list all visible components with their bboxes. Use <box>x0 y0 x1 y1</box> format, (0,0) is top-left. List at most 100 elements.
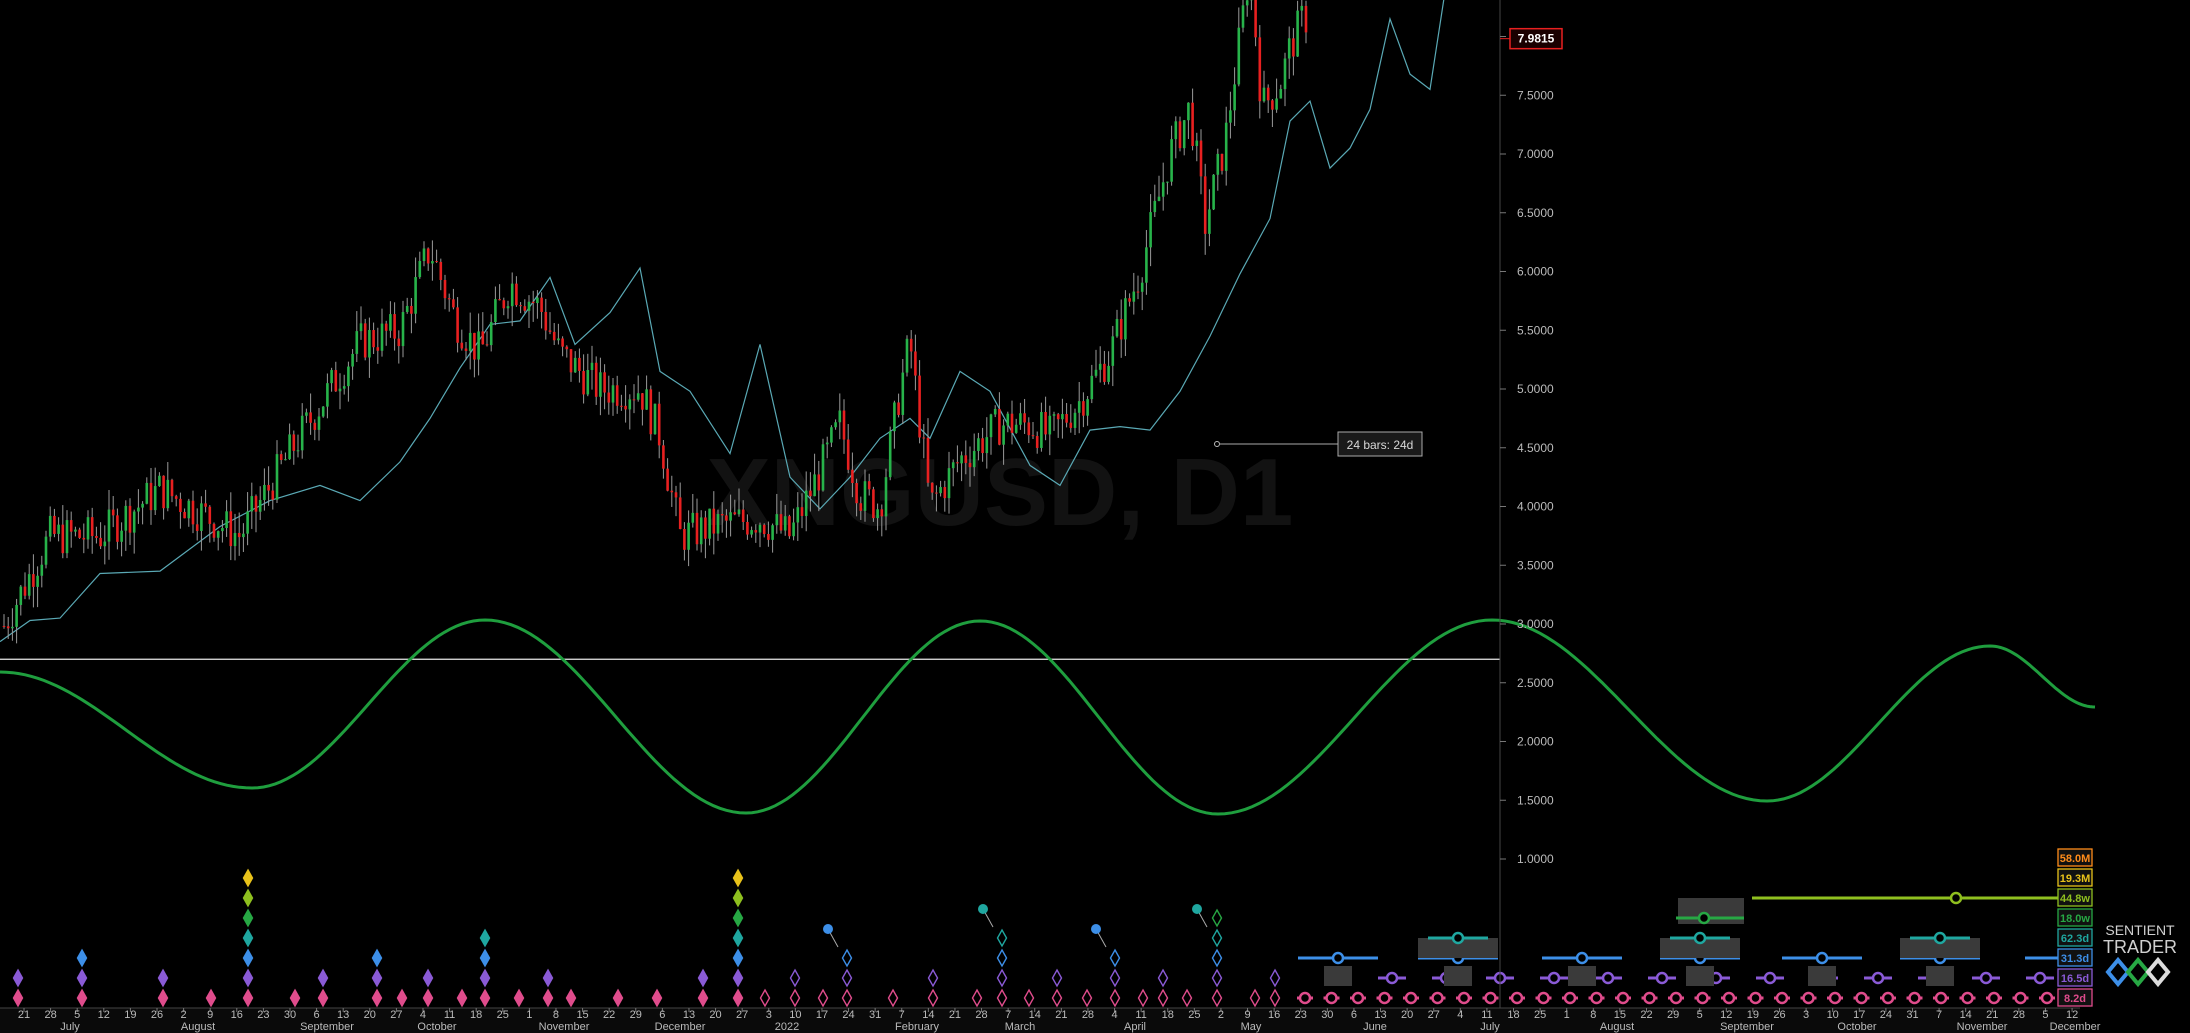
cycle-ring <box>1722 991 1736 1005</box>
cycle-ring <box>1881 991 1895 1005</box>
x-day-label: 14 <box>1029 1009 1041 1021</box>
candle-body <box>431 261 434 264</box>
candle-body <box>502 300 506 309</box>
x-day-label: 18 <box>470 1009 482 1021</box>
x-day-label: 30 <box>1321 1009 1333 1021</box>
candle-body <box>145 482 149 504</box>
x-day-label: 4 <box>420 1009 426 1021</box>
candle-body <box>389 314 392 331</box>
candle-body <box>880 509 884 517</box>
candle-body <box>1195 140 1199 146</box>
candle-body <box>284 459 287 461</box>
candle-body <box>1203 176 1207 234</box>
x-day-label: 9 <box>207 1009 213 1021</box>
x-day-label: 4 <box>1111 1009 1117 1021</box>
x-day-label: 27 <box>1428 1009 1440 1021</box>
y-tick-label: 5.0000 <box>1517 382 1554 396</box>
candle-body <box>464 348 468 351</box>
x-month-label: August <box>181 1021 215 1033</box>
x-day-label: 29 <box>630 1009 642 1021</box>
x-day-label: 14 <box>922 1009 934 1021</box>
cycle-label: 16.5d <box>2061 973 2089 985</box>
candle-body <box>855 483 858 504</box>
candle-body <box>195 524 199 531</box>
x-day-label: 6 <box>659 1009 665 1021</box>
cycle-ring <box>1855 991 1868 1005</box>
candle-body <box>460 342 464 349</box>
candle-body <box>141 503 144 508</box>
candle-body <box>376 347 380 351</box>
candle-body <box>1287 38 1291 59</box>
cycle-ring <box>1378 991 1391 1005</box>
x-month-label: October <box>1837 1021 1876 1033</box>
candle-body <box>288 434 291 460</box>
x-day-label: 17 <box>816 1009 828 1021</box>
x-day-label: 11 <box>444 1009 455 1021</box>
candle-body <box>187 500 191 519</box>
y-tick-label: 2.5000 <box>1517 676 1554 690</box>
candle-body <box>435 261 438 263</box>
candle-body <box>956 462 959 464</box>
logo-text-sentient: SENTIENT <box>2105 922 2175 938</box>
candle-body <box>498 299 501 301</box>
candle-body <box>338 388 342 392</box>
x-month-label: March <box>1005 1021 1036 1033</box>
cycle-band <box>1568 966 1596 986</box>
candle-body <box>544 311 548 331</box>
candle-body <box>720 514 724 516</box>
candle-body <box>19 586 23 605</box>
x-day-label: 11 <box>1481 1009 1492 1021</box>
candle-body <box>418 260 422 278</box>
candle-body <box>527 301 531 311</box>
candle-body <box>825 442 829 445</box>
cycle-ring <box>1601 971 1615 985</box>
y-tick-label: 6.0000 <box>1517 265 1554 279</box>
x-day-label: 9 <box>1244 1009 1250 1021</box>
candle-body <box>494 299 497 323</box>
candle-body <box>422 248 426 261</box>
x-day-label: 15 <box>576 1009 588 1021</box>
cycle-ring <box>1961 991 1974 1005</box>
candle-body <box>263 484 266 500</box>
x-month-label: 2022 <box>775 1021 799 1033</box>
cycle-ring <box>2014 991 2027 1005</box>
candle-body <box>204 503 207 507</box>
x-day-label: 21 <box>18 1009 30 1021</box>
candle-body <box>641 393 644 410</box>
candle-body <box>477 331 480 360</box>
candle-body <box>968 462 972 468</box>
candle-body <box>1103 363 1106 382</box>
candle-body <box>216 531 220 538</box>
cycle-label: 58.0M <box>2060 853 2091 865</box>
candle-body <box>1208 209 1211 234</box>
candle-body <box>1136 291 1140 293</box>
candle-body <box>246 511 249 534</box>
candle-body <box>1266 87 1270 101</box>
candle-body <box>99 537 102 547</box>
x-day-label: 18 <box>1162 1009 1174 1021</box>
candle-body <box>74 529 77 532</box>
candle-body <box>1048 415 1052 435</box>
candle-body <box>410 305 413 314</box>
cycle-label: 44.8w <box>2060 893 2090 905</box>
candle-body <box>1300 5 1304 11</box>
x-day-label: 25 <box>497 1009 509 1021</box>
cycle-ring <box>1431 991 1444 1005</box>
x-day-label: 16 <box>231 1009 243 1021</box>
y-tick-label: 6.5000 <box>1517 206 1554 220</box>
candle-body <box>1035 436 1039 448</box>
candle-body <box>221 528 224 532</box>
y-tick-label: 5.5000 <box>1517 323 1554 337</box>
candle-body <box>393 314 396 339</box>
candle-body <box>372 330 375 348</box>
candle-body <box>6 626 10 629</box>
candle-body <box>893 402 896 432</box>
cycle-ring <box>1325 991 1338 1005</box>
candle-body <box>1010 413 1014 433</box>
cycle-ring <box>1908 991 1921 1005</box>
candle-body <box>716 514 720 534</box>
candle-body <box>359 323 363 332</box>
price-chart[interactable]: XNGUSD, D1 24 bars: 24d 1.00001.50002.00… <box>0 0 2190 1033</box>
x-day-label: 20 <box>1401 1009 1413 1021</box>
candle-body <box>750 530 753 535</box>
